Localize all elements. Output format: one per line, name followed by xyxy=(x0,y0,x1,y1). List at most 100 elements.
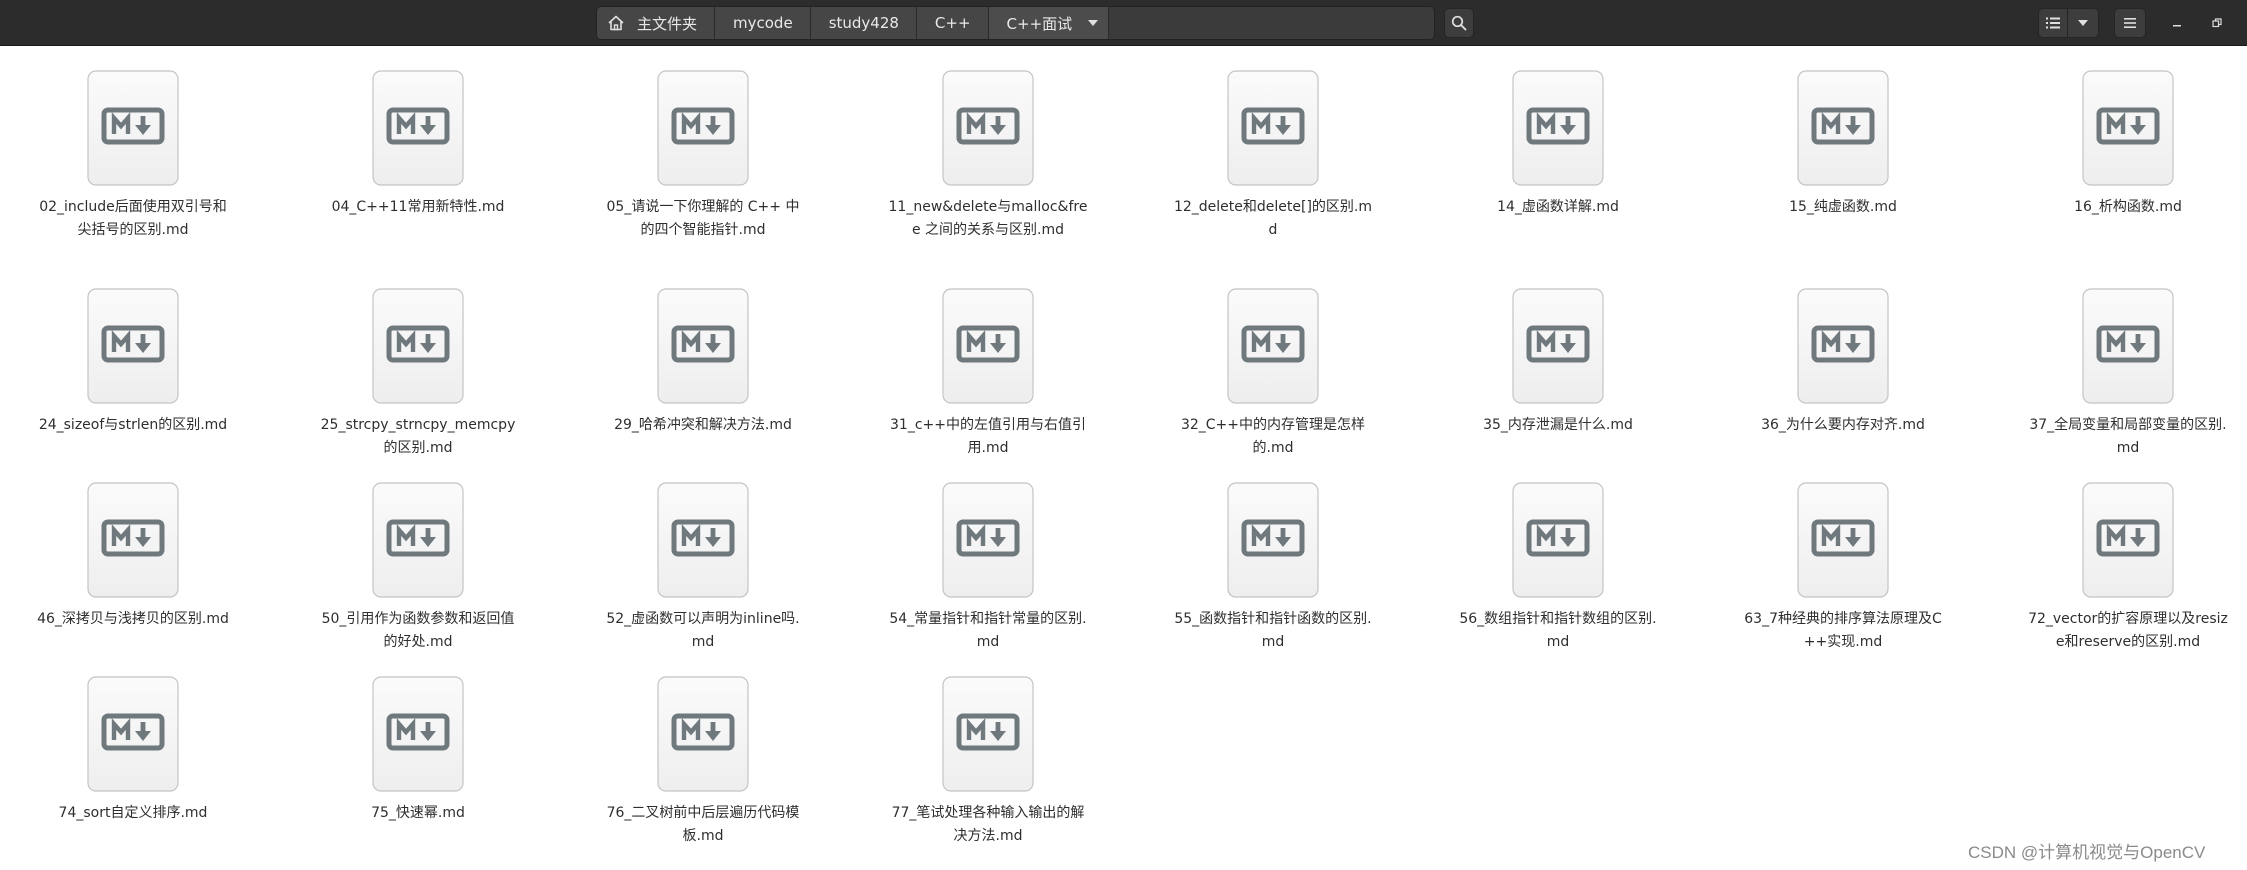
file-name: 72_vector的扩容原理以及resize和reserve的区别.md xyxy=(2028,611,2228,650)
view-options-button[interactable] xyxy=(2067,8,2099,38)
markdown-file-icon xyxy=(942,676,1034,792)
markdown-file-icon xyxy=(657,482,749,598)
file-name: 32_C++中的内存管理是怎样的.md xyxy=(1180,417,1366,456)
minimize-button[interactable] xyxy=(2164,10,2190,36)
markdown-file-icon xyxy=(657,70,749,186)
file-name: 12_delete和delete[]的区别.md xyxy=(1173,199,1373,238)
markdown-file-icon xyxy=(2082,288,2174,404)
markdown-file-icon xyxy=(1797,482,1889,598)
file-item[interactable]: 25_strcpy_strncpy_memcpy的区别.md xyxy=(318,288,518,459)
file-item[interactable]: 05_请说一下你理解的 C++ 中的四个智能指针.md xyxy=(603,70,803,241)
file-name: 55_函数指针和指针函数的区别.md xyxy=(1174,611,1372,650)
file-item[interactable]: 63_7种经典的排序算法原理及C++实现.md xyxy=(1743,482,1943,653)
file-item[interactable]: 32_C++中的内存管理是怎样的.md xyxy=(1173,288,1373,459)
markdown-file-icon xyxy=(372,70,464,186)
markdown-file-icon xyxy=(372,482,464,598)
file-item[interactable]: 24_sizeof与strlen的区别.md xyxy=(33,288,233,437)
breadcrumb-cpp[interactable]: C++ xyxy=(916,7,989,39)
file-item[interactable]: 74_sort自定义排序.md xyxy=(33,676,233,825)
breadcrumb-home[interactable]: 主文件夹 xyxy=(597,7,716,39)
file-name: 76_二叉树前中后层遍历代码模板.md xyxy=(606,805,800,844)
file-name: 25_strcpy_strncpy_memcpy的区别.md xyxy=(320,417,516,456)
markdown-file-icon xyxy=(1512,70,1604,186)
markdown-file-icon xyxy=(87,676,179,792)
file-name: 50_引用作为函数参数和返回值的好处.md xyxy=(321,611,515,650)
file-item[interactable]: 35_内存泄漏是什么.md xyxy=(1458,288,1658,437)
home-icon xyxy=(608,15,624,31)
file-item[interactable]: 36_为什么要内存对齐.md xyxy=(1743,288,1943,437)
file-item[interactable]: 29_哈希冲突和解决方法.md xyxy=(603,288,803,437)
file-item[interactable]: 04_C++11常用新特性.md xyxy=(318,70,518,219)
hamburger-menu-icon xyxy=(2124,18,2136,28)
file-name: 36_为什么要内存对齐.md xyxy=(1761,417,1925,433)
file-name: 54_常量指针和指针常量的区别.md xyxy=(889,611,1087,650)
file-name: 75_快速幂.md xyxy=(371,805,465,821)
file-name: 14_虚函数详解.md xyxy=(1497,199,1619,215)
markdown-file-icon xyxy=(1512,288,1604,404)
breadcrumb-current-label: C++面试 xyxy=(1006,14,1073,33)
file-item[interactable]: 77_笔试处理各种输入输出的解决方法.md xyxy=(888,676,1088,847)
file-name: 35_内存泄漏是什么.md xyxy=(1483,417,1633,433)
restore-button[interactable] xyxy=(2204,10,2230,36)
breadcrumb-study428[interactable]: study428 xyxy=(810,7,917,39)
markdown-file-icon xyxy=(87,70,179,186)
file-name: 11_new&delete与malloc&free 之间的关系与区别.md xyxy=(888,199,1088,238)
breadcrumb-mycode[interactable]: mycode xyxy=(715,7,811,39)
markdown-file-icon xyxy=(942,70,1034,186)
search-button[interactable] xyxy=(1444,8,1474,38)
file-name: 52_虚函数可以声明为inline吗.md xyxy=(606,611,800,650)
breadcrumb-home-label: 主文件夹 xyxy=(637,14,698,33)
file-item[interactable]: 46_深拷贝与浅拷贝的区别.md xyxy=(33,482,233,631)
file-item[interactable]: 50_引用作为函数参数和返回值的好处.md xyxy=(318,482,518,653)
file-item[interactable]: 31_c++中的左值引用与右值引用.md xyxy=(888,288,1088,459)
markdown-file-icon xyxy=(372,676,464,792)
file-item[interactable]: 76_二叉树前中后层遍历代码模板.md xyxy=(603,676,803,847)
file-name: 31_c++中的左值引用与右值引用.md xyxy=(890,417,1086,456)
file-item[interactable]: 55_函数指针和指针函数的区别.md xyxy=(1173,482,1373,653)
file-item[interactable]: 54_常量指针和指针常量的区别.md xyxy=(888,482,1088,653)
markdown-file-icon xyxy=(1797,288,1889,404)
file-name: 46_深拷贝与浅拷贝的区别.md xyxy=(37,611,229,627)
breadcrumb-label: mycode xyxy=(733,14,793,32)
markdown-file-icon xyxy=(657,288,749,404)
file-item[interactable]: 02_include后面使用双引号和尖括号的区别.md xyxy=(33,70,233,241)
watermark: CSDN @计算机视觉与OpenCV xyxy=(1968,843,2206,862)
restore-icon xyxy=(2212,18,2222,28)
file-item[interactable]: 56_数组指针和指针数组的区别.md xyxy=(1458,482,1658,653)
file-item[interactable]: 15_纯虚函数.md xyxy=(1743,70,1943,219)
file-item[interactable]: 52_虚函数可以声明为inline吗.md xyxy=(603,482,803,653)
file-name: 15_纯虚函数.md xyxy=(1789,199,1897,215)
file-name: 24_sizeof与strlen的区别.md xyxy=(38,417,228,433)
list-view-icon xyxy=(2046,17,2060,29)
file-name: 05_请说一下你理解的 C++ 中的四个智能指针.md xyxy=(606,199,800,238)
markdown-file-icon xyxy=(942,288,1034,404)
list-view-button[interactable] xyxy=(2038,8,2068,38)
markdown-file-icon xyxy=(942,482,1034,598)
file-name: 16_析构函数.md xyxy=(2074,199,2182,215)
file-item[interactable]: 72_vector的扩容原理以及resize和reserve的区别.md xyxy=(2028,482,2228,653)
file-name: 56_数组指针和指针数组的区别.md xyxy=(1459,611,1657,650)
menu-button[interactable] xyxy=(2114,8,2146,38)
chevron-down-icon xyxy=(1088,20,1099,26)
markdown-file-icon xyxy=(372,288,464,404)
file-item[interactable]: 14_虚函数详解.md xyxy=(1458,70,1658,219)
file-item[interactable]: 12_delete和delete[]的区别.md xyxy=(1173,70,1373,241)
file-item[interactable]: 11_new&delete与malloc&free 之间的关系与区别.md xyxy=(888,70,1088,241)
markdown-file-icon xyxy=(1512,482,1604,598)
markdown-file-icon xyxy=(87,288,179,404)
file-item[interactable]: 16_析构函数.md xyxy=(2028,70,2228,219)
file-item[interactable]: 75_快速幂.md xyxy=(318,676,518,825)
breadcrumb-current[interactable]: C++面试 xyxy=(988,7,1110,39)
search-icon xyxy=(1451,15,1467,31)
file-item[interactable]: 37_全局变量和局部变量的区别.md xyxy=(2028,288,2228,459)
markdown-file-icon xyxy=(1227,70,1319,186)
markdown-file-icon xyxy=(2082,70,2174,186)
markdown-file-icon xyxy=(1227,288,1319,404)
markdown-file-icon xyxy=(2082,482,2174,598)
markdown-file-icon xyxy=(1227,482,1319,598)
breadcrumb-label: C++ xyxy=(934,14,971,32)
file-grid: 02_include后面使用双引号和尖括号的区别.md 04_C++11常用新特性… xyxy=(0,46,2247,870)
file-name: 29_哈希冲突和解决方法.md xyxy=(614,417,792,433)
file-name: 37_全局变量和局部变量的区别.md xyxy=(2029,417,2227,456)
breadcrumb: 主文件夹 mycode study428 C++ C++面试 xyxy=(596,6,1435,40)
